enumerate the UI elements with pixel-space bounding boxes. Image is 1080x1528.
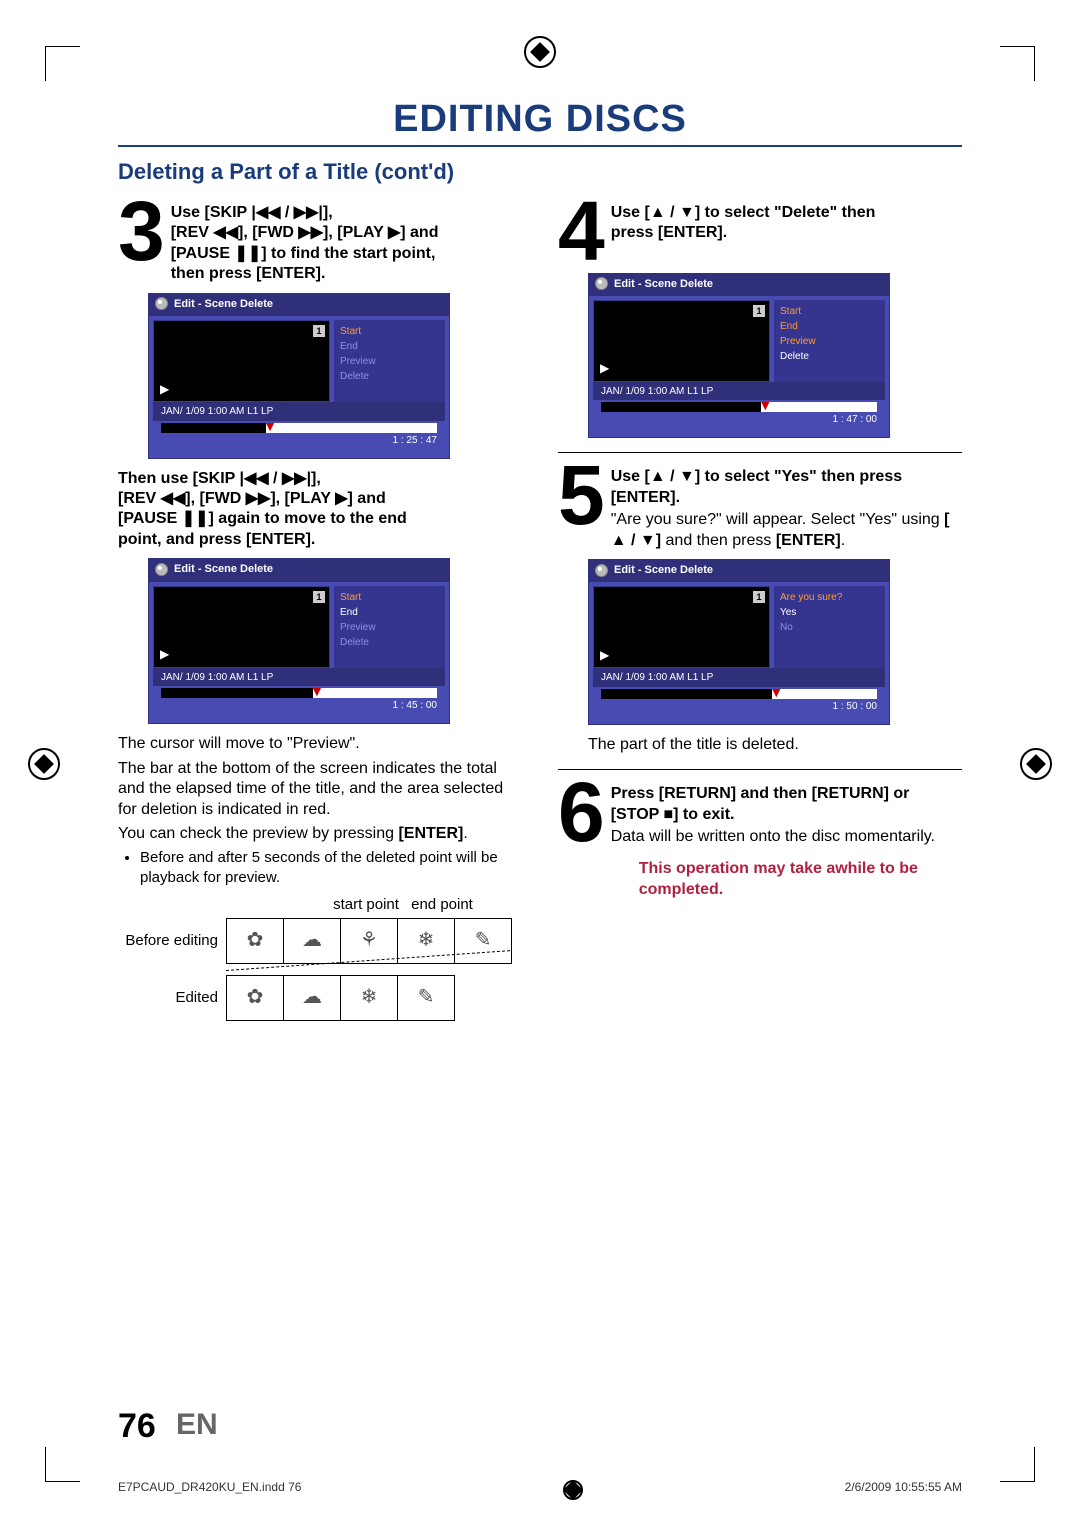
skip-next-icon: ▶▶|: [294, 203, 323, 223]
footer-center: [563, 1480, 583, 1500]
skip-prev-icon: |◀◀: [251, 203, 280, 223]
elapsed-time: 1 : 25 : 47: [153, 435, 445, 454]
registration-mark-icon: [524, 36, 556, 68]
up-icon: ▲: [650, 467, 666, 487]
section-subhead: Deleting a Part of a Title (cont'd): [118, 159, 962, 185]
step-number-4: 4: [558, 199, 601, 265]
disc-icon: [155, 297, 168, 310]
fwd-icon: ▶▶: [246, 489, 271, 509]
registration-mark-icon: [1020, 748, 1052, 780]
page-number: 76: [118, 1407, 156, 1446]
up-icon: ▲: [650, 203, 666, 223]
body-text: The bar at the bottom of the screen indi…: [118, 759, 522, 820]
pause-icon: ❚❚: [182, 509, 209, 529]
step3-line: Use [SKIP: [171, 204, 252, 221]
scene-delete-panel: Edit - Scene Delete 1▶ Start End Preview…: [148, 293, 450, 459]
rev-icon: ◀◀: [213, 223, 238, 243]
bullet-item: Before and after 5 seconds of the delete…: [140, 848, 522, 886]
elapsed-time: 1 : 47 : 00: [593, 414, 885, 433]
down-icon: ▼: [640, 531, 656, 551]
rev-icon: ◀◀: [161, 489, 186, 509]
film-label: start point: [328, 895, 404, 914]
footer-right: 2/6/2009 10:55:55 AM: [845, 1480, 962, 1500]
up-icon: ▲: [611, 531, 627, 551]
scene-delete-panel: Edit - Scene Delete 1▶ Start End Preview…: [588, 273, 890, 439]
film-caption: Edited: [118, 988, 218, 1007]
body-text: Data will be written onto the disc momen…: [611, 827, 962, 847]
film-strip-before: ✿☁⚘❄✎: [226, 918, 512, 964]
play-icon: ▶: [160, 382, 169, 397]
play-icon: ▶: [335, 489, 347, 509]
elapsed-time: 1 : 45 : 00: [153, 700, 445, 719]
step-number-6: 6: [558, 780, 601, 846]
footer-left: E7PCAUD_DR420KU_EN.indd 76: [118, 1480, 301, 1500]
scene-delete-panel: Edit - Scene Delete 1▶ Start End Preview…: [148, 558, 450, 724]
film-label: end point: [404, 895, 480, 914]
warning-text: This operation may take awhile to be com…: [639, 858, 962, 901]
elapsed-time: 1 : 50 : 00: [593, 701, 885, 720]
down-icon: ▼: [679, 467, 695, 487]
skip-next-icon: ▶▶|: [282, 469, 311, 489]
film-caption: Before editing: [118, 931, 218, 950]
pause-icon: ❚❚: [234, 244, 261, 264]
registration-mark-icon: [28, 748, 60, 780]
fwd-icon: ▶▶: [298, 223, 323, 243]
stop-icon: ■: [663, 805, 673, 825]
page-lang: EN: [176, 1408, 218, 1442]
down-icon: ▼: [679, 203, 695, 223]
step-number-5: 5: [558, 463, 601, 529]
step-number-3: 3: [118, 199, 161, 265]
scene-delete-panel: Edit - Scene Delete 1▶ Are you sure? Yes…: [588, 559, 890, 725]
play-icon: ▶: [388, 223, 400, 243]
body-text: The cursor will move to "Preview".: [118, 734, 522, 754]
skip-prev-icon: |◀◀: [240, 469, 269, 489]
body-text: The part of the title is deleted.: [588, 735, 962, 755]
page-title: EDITING DISCS: [118, 98, 962, 141]
film-strip-after: ✿☁❄✎: [226, 975, 455, 1021]
